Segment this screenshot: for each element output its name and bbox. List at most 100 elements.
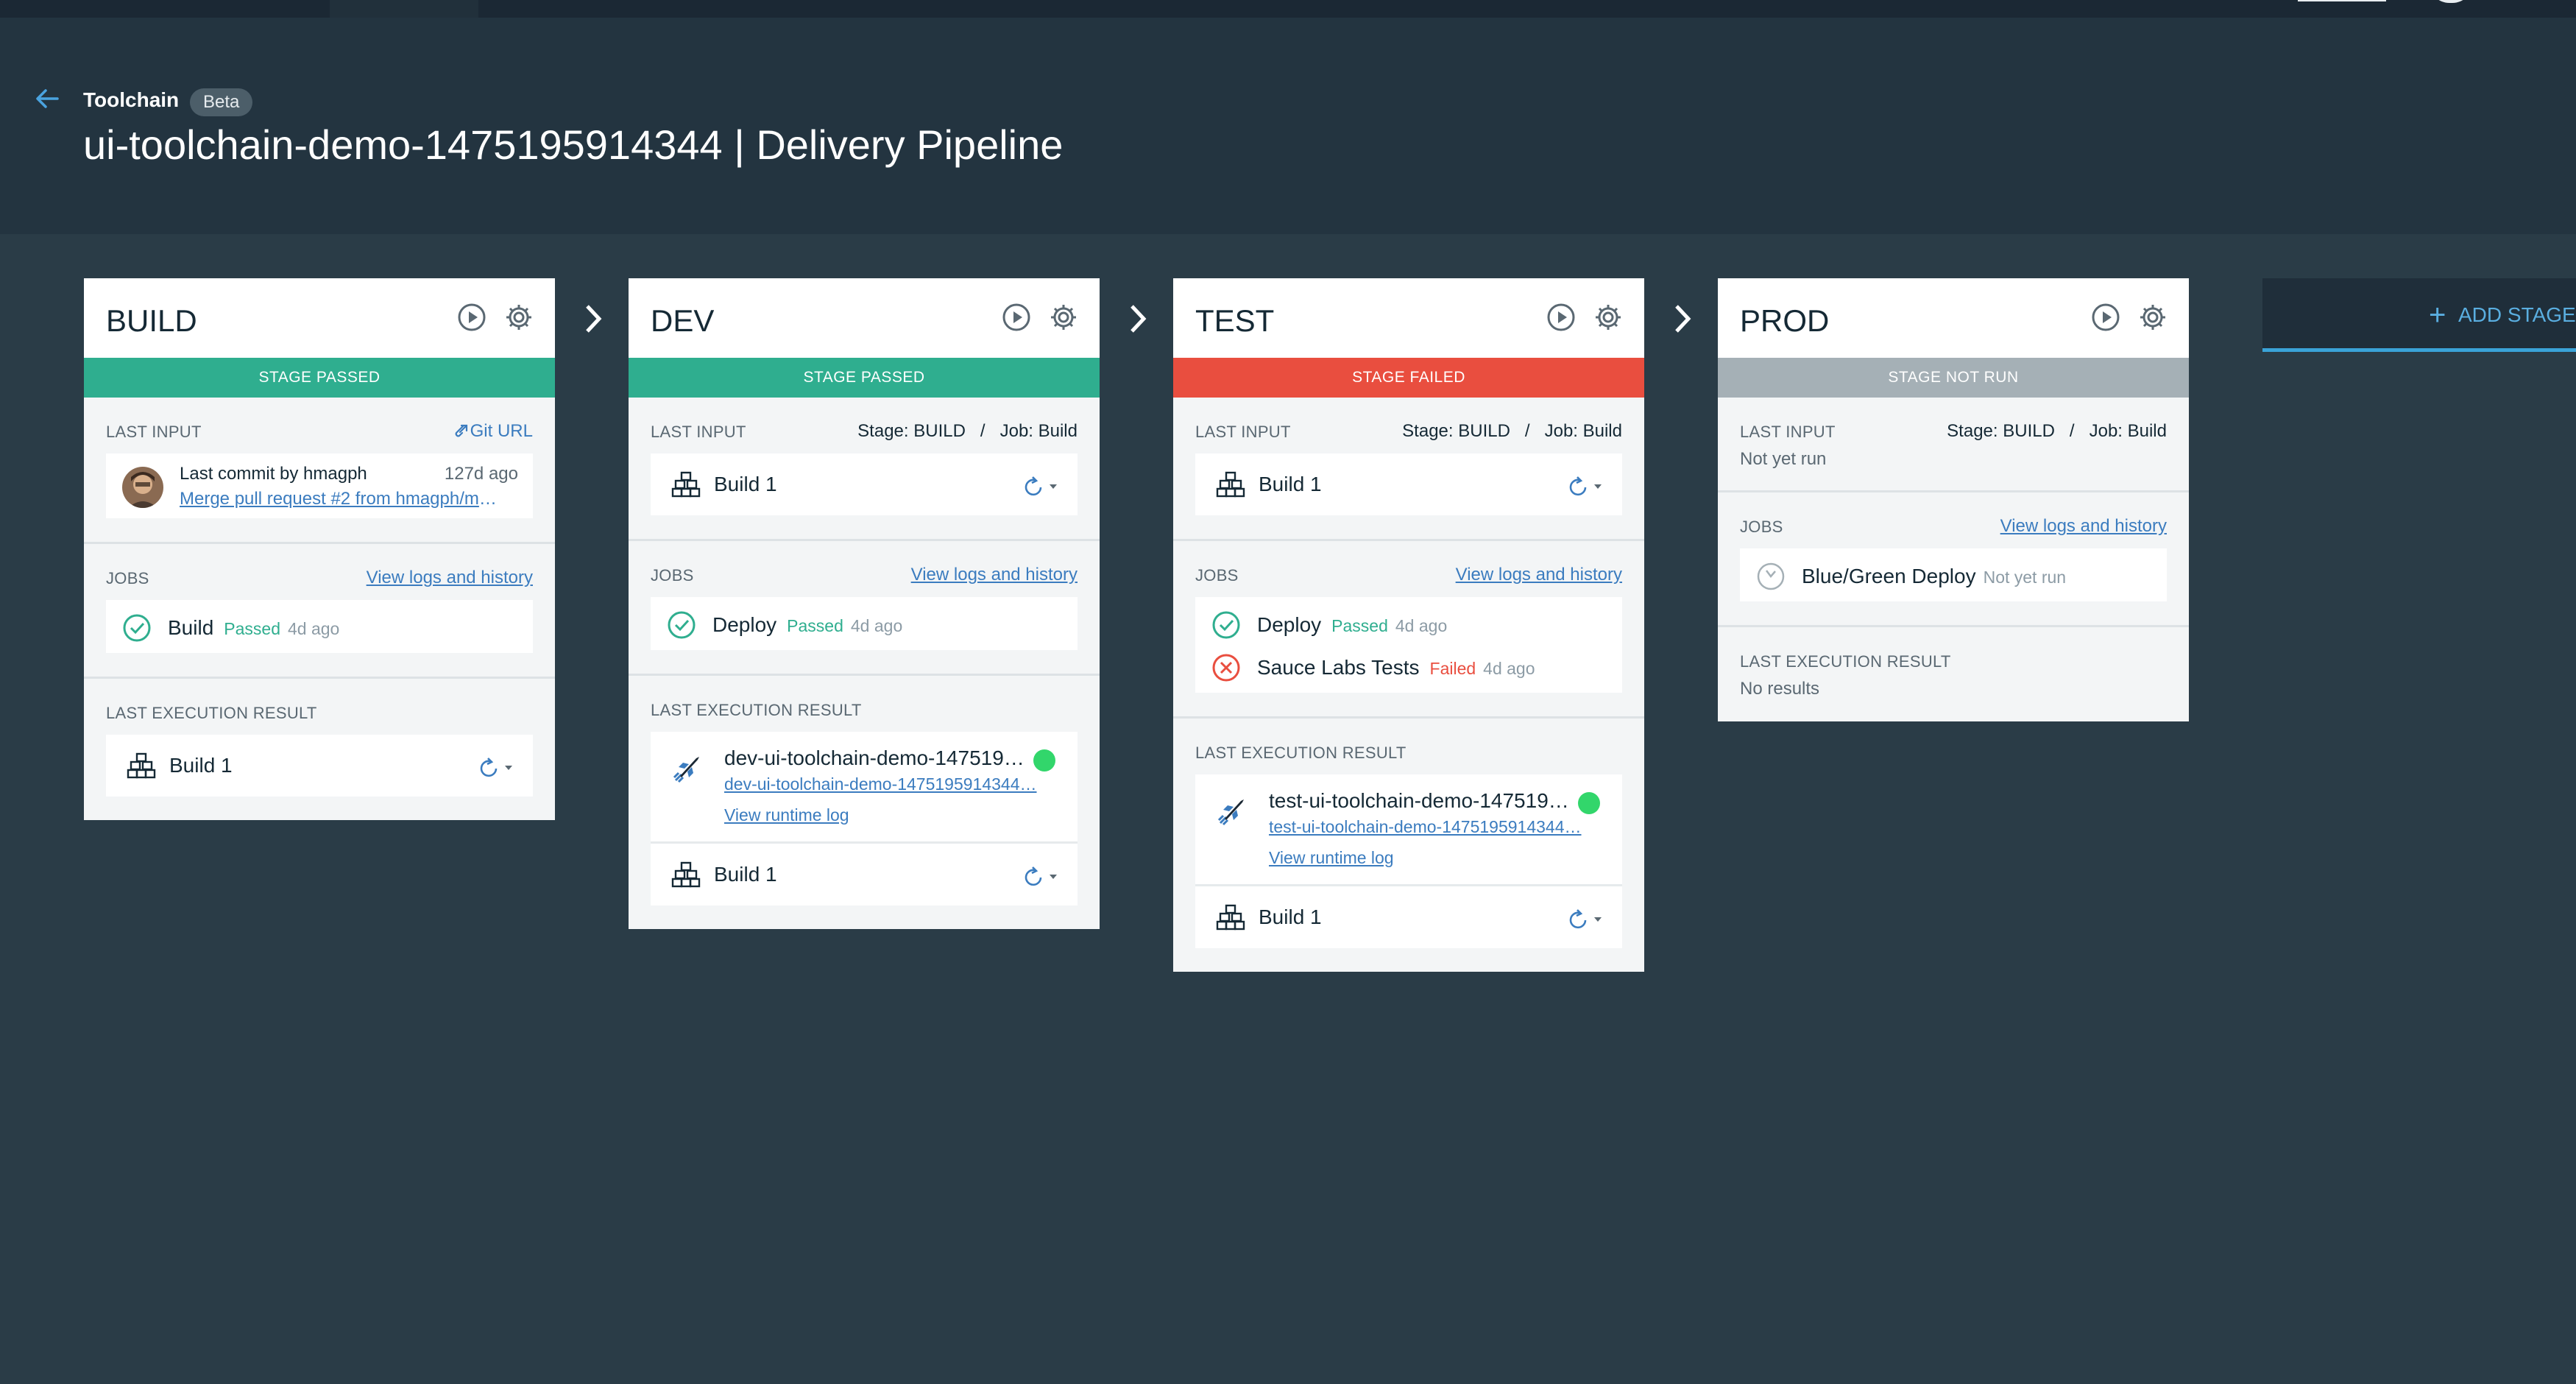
input-build-item[interactable]: Build 1	[651, 453, 1078, 515]
job-name: Blue/Green Deploy	[1802, 565, 1976, 587]
commit-item[interactable]: Last commit by hmagph 127d ago Merge pul…	[106, 453, 533, 518]
play-icon[interactable]	[456, 302, 487, 333]
job-time: 4d ago	[287, 619, 340, 638]
jobs-section: JOBS View logs and history Deploy Passed 4…	[629, 541, 1100, 676]
plus-icon: +	[2429, 299, 2446, 331]
add-stage-button[interactable]: + ADD STAGE	[2262, 278, 2576, 352]
gear-icon[interactable]	[1593, 302, 1624, 333]
job-status: Not yet run	[1983, 568, 2067, 587]
view-logs-link[interactable]: View logs and history	[911, 565, 1078, 585]
last-input-label: LAST INPUT	[651, 423, 746, 441]
stage-title: DEV	[651, 303, 715, 338]
stage-header: DEV	[629, 278, 1100, 358]
input-note: Not yet run	[1740, 449, 1827, 469]
rocket-icon	[1211, 792, 1251, 832]
avatar	[122, 467, 163, 508]
job-status: Passed	[224, 619, 280, 638]
breadcrumb-toolchain[interactable]: Toolchain	[83, 88, 179, 112]
check-icon	[1212, 611, 1240, 639]
app-url-link[interactable]: test-ui-toolchain-demo-1475195914344…	[1269, 817, 1585, 837]
app-name: dev-ui-toolchain-demo-147519…	[724, 746, 1025, 769]
last-input-label: LAST INPUT	[106, 423, 202, 441]
last-input-section: LAST INPUT Stage: BUILD / Job: Build Not…	[1718, 398, 2189, 492]
git-url-link[interactable]: Git URL	[453, 421, 533, 442]
build-label: Build 1	[1259, 473, 1322, 495]
input-source: Stage: BUILD / Job: Build	[857, 421, 1078, 441]
last-input-section: LAST INPUT Stage: BUILD / Job: Build Bui…	[629, 398, 1100, 541]
check-icon	[668, 611, 696, 639]
rocket-icon	[667, 749, 707, 789]
stage-card-test: TEST STAGE FAILED LAST INPUT Stage: BUIL…	[1173, 278, 1644, 972]
gear-icon[interactable]	[2137, 302, 2168, 333]
jobs-label: JOBS	[1195, 566, 1239, 585]
nav-button[interactable]	[2298, 0, 2386, 1]
stage-status-banner: STAGE PASSED	[84, 358, 555, 398]
last-execution-label: LAST EXECUTION RESULT	[1740, 652, 1951, 671]
job-item[interactable]: Deploy Passed 4d ago	[1195, 601, 1622, 644]
play-icon[interactable]	[1546, 302, 1577, 333]
build-label: Build 1	[714, 863, 777, 886]
view-logs-link[interactable]: View logs and history	[367, 568, 533, 588]
top-nav-bar	[0, 0, 2576, 18]
stage-status-banner: STAGE NOT RUN	[1718, 358, 2189, 398]
last-execution-section: LAST EXECUTION RESULT test-ui-toolchain-…	[1173, 719, 1644, 972]
job-status: Failed	[1429, 659, 1476, 678]
play-icon[interactable]	[1001, 302, 1032, 333]
error-icon	[1212, 654, 1240, 682]
last-input-section: LAST INPUT Stage: BUILD / Job: Build Bui…	[1173, 398, 1644, 541]
job-item[interactable]: Blue/Green Deploy Not yet run	[1740, 548, 2167, 601]
input-source: Stage: BUILD / Job: Build	[1947, 421, 2167, 441]
job-item[interactable]: Sauce Labs Tests Failed 4d ago	[1195, 644, 1622, 687]
rerun-icon[interactable]	[1565, 476, 1606, 496]
play-icon[interactable]	[2090, 302, 2121, 333]
stage-status-banner: STAGE FAILED	[1173, 358, 1644, 398]
back-arrow-icon[interactable]	[32, 84, 62, 113]
build-result-item[interactable]: Build 1	[106, 735, 533, 797]
jobs-label: JOBS	[1740, 518, 1783, 536]
gear-icon[interactable]	[1048, 302, 1079, 333]
build-result-item[interactable]: Build 1	[1195, 886, 1622, 948]
job-time: 4d ago	[850, 616, 903, 635]
stage-header: PROD	[1718, 278, 2189, 358]
gear-icon[interactable]	[503, 302, 534, 333]
runtime-log-link[interactable]: View runtime log	[1269, 848, 1394, 868]
view-logs-link[interactable]: View logs and history	[1456, 565, 1622, 585]
job-item[interactable]: Build Passed 4d ago	[106, 600, 533, 653]
stage-title: BUILD	[106, 303, 197, 338]
last-input-label: LAST INPUT	[1195, 423, 1291, 441]
job-name: Build	[168, 616, 214, 639]
rerun-icon[interactable]	[1565, 908, 1606, 929]
app-name: test-ui-toolchain-demo-147519…	[1269, 789, 1569, 812]
app-item: test-ui-toolchain-demo-147519… test-ui-t…	[1195, 774, 1622, 886]
jobs-label: JOBS	[651, 566, 694, 585]
job-time: 4d ago	[1483, 659, 1535, 678]
rerun-icon[interactable]	[475, 757, 517, 777]
last-input-section: LAST INPUT Git URL Last commit by hmagph…	[84, 398, 555, 544]
last-execution-label: LAST EXECUTION RESULT	[1195, 744, 1406, 762]
running-status-dot	[1033, 749, 1055, 772]
chevron-right-icon	[1675, 305, 1691, 333]
rerun-icon[interactable]	[1020, 866, 1061, 886]
commit-age: 127d ago	[444, 464, 518, 484]
last-input-label: LAST INPUT	[1740, 423, 1836, 441]
commit-message-link[interactable]: Merge pull request #2 from hmagph/mas…	[180, 489, 503, 509]
stage-header: BUILD	[84, 278, 555, 358]
last-execution-section: LAST EXECUTION RESULT dev-ui-toolchain-d…	[629, 676, 1100, 929]
input-build-item[interactable]: Build 1	[1195, 453, 1622, 515]
rerun-icon[interactable]	[1020, 476, 1061, 496]
user-avatar[interactable]	[2429, 0, 2473, 3]
build-label: Build 1	[714, 473, 777, 495]
chevron-right-icon	[586, 305, 602, 333]
exec-note: No results	[1740, 679, 1820, 699]
job-item[interactable]: Deploy Passed 4d ago	[651, 597, 1078, 650]
execution-result-box: dev-ui-toolchain-demo-147519… dev-ui-too…	[651, 732, 1078, 905]
job-list: Deploy Passed 4d ago Sauce Labs Tests Faile…	[1195, 597, 1622, 693]
job-name: Deploy	[712, 613, 777, 636]
runtime-log-link[interactable]: View runtime log	[724, 805, 849, 825]
build-result-item[interactable]: Build 1	[651, 844, 1078, 905]
last-execution-label: LAST EXECUTION RESULT	[651, 701, 862, 719]
add-stage-label: ADD STAGE	[2458, 303, 2576, 326]
app-url-link[interactable]: dev-ui-toolchain-demo-1475195914344…	[724, 774, 1041, 794]
nav-tab-active[interactable]	[330, 0, 478, 18]
view-logs-link[interactable]: View logs and history	[2000, 516, 2167, 537]
